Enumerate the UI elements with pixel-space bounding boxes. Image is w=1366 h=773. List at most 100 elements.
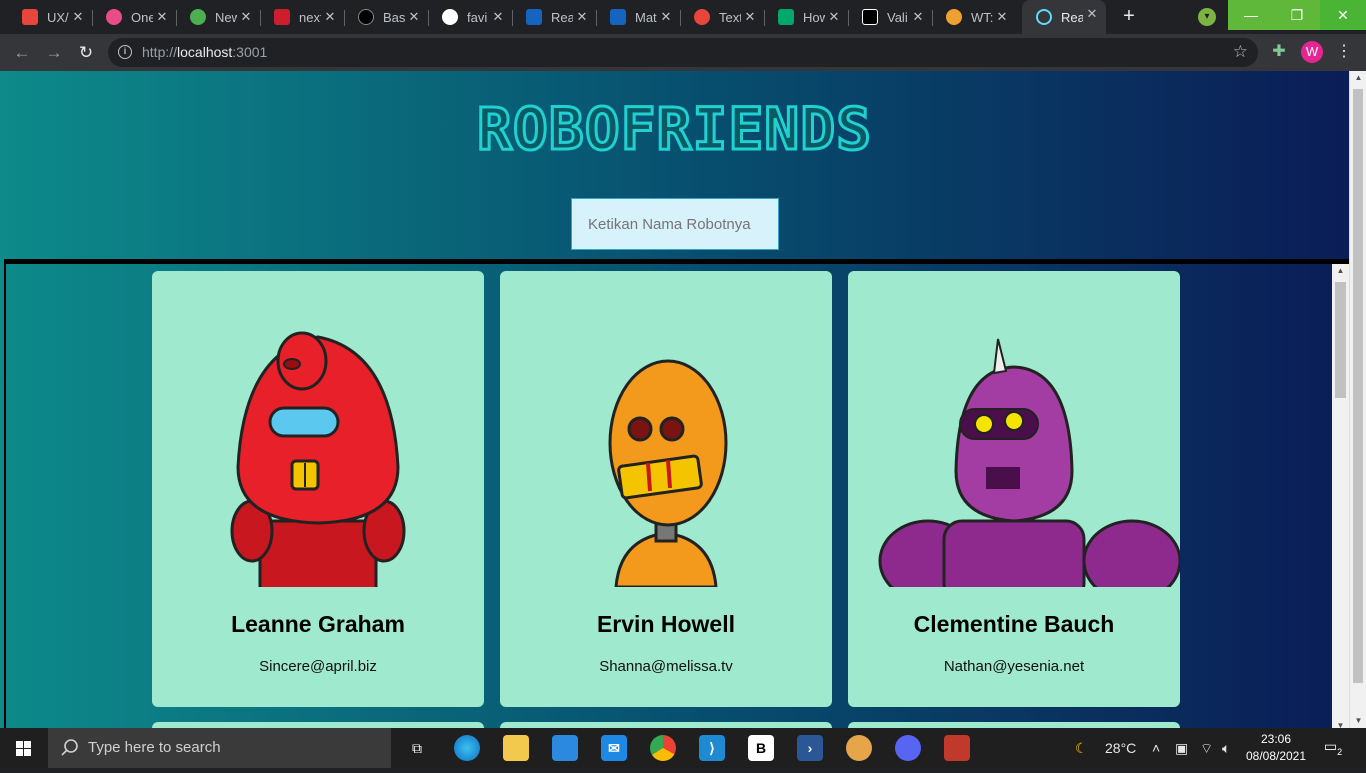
restore-button[interactable]: ❐ [1274, 0, 1320, 30]
browser-tab-active[interactable]: Rea ✕ [1022, 0, 1106, 34]
robot-card[interactable]: Ervin Howell Shanna@melissa.tv [500, 271, 832, 707]
browser-tab[interactable]: Text ✕ [680, 3, 765, 31]
robot-name: Clementine Bauch [913, 611, 1115, 637]
reload-icon[interactable]: ↻ [75, 42, 97, 64]
temperature-text[interactable]: 28°C [1105, 740, 1136, 756]
discord-icon[interactable] [895, 735, 921, 761]
new-tab-button[interactable]: + [1116, 5, 1142, 29]
robot-image [608, 359, 728, 587]
scrollbar-thumb[interactable] [1335, 282, 1346, 398]
tab-search-icon[interactable]: ▾ [1198, 8, 1216, 26]
windows-taskbar: Type here to search ⧉ ✉ ⟩ B › ☾ 28°C ˄ ▣… [0, 728, 1366, 768]
close-icon[interactable]: ✕ [1084, 6, 1100, 22]
chevron-up-icon[interactable]: ˄ [1152, 740, 1160, 756]
tab-favicon-icon [778, 9, 794, 25]
robot-card[interactable]: Clementine Bauch Nathan@yesenia.net [848, 271, 1180, 707]
search-icon [61, 739, 78, 756]
powershell-icon[interactable]: › [797, 735, 823, 761]
scroll-up-arrow-icon[interactable]: ▲ [1332, 264, 1349, 278]
wifi-icon[interactable]: ⌔ [1200, 740, 1213, 758]
bookmark-star-icon[interactable]: ☆ [1233, 42, 1248, 62]
taskbar-search-box[interactable]: Type here to search [48, 728, 391, 768]
robot-image [230, 331, 406, 587]
url-text[interactable]: http://localhost:3001 [142, 44, 267, 60]
react-icon [1036, 9, 1052, 25]
browser-tab[interactable]: Mat ✕ [596, 3, 681, 31]
scrollbar-thumb[interactable] [1353, 89, 1363, 683]
close-icon[interactable]: ✕ [910, 9, 926, 25]
browser-tab[interactable]: One ✕ [92, 3, 177, 31]
close-icon[interactable]: ✕ [994, 9, 1010, 25]
close-icon[interactable]: ✕ [826, 9, 842, 25]
minimize-button[interactable]: — [1228, 0, 1274, 30]
search-input[interactable] [571, 198, 779, 250]
tab-favicon-icon [106, 9, 122, 25]
tab-favicon-icon [274, 9, 290, 25]
robot-email: Sincere@april.biz [259, 658, 377, 675]
edge-icon[interactable] [454, 735, 480, 761]
site-info-icon[interactable]: i [118, 45, 132, 59]
b-app-icon[interactable]: B [748, 735, 774, 761]
archive-icon[interactable] [944, 735, 970, 761]
robot-email: Nathan@yesenia.net [943, 658, 1085, 675]
tab-favicon-icon [862, 9, 878, 25]
browser-menu-icon[interactable]: ⋮ [1336, 42, 1352, 62]
page-scrollbar[interactable]: ▲ ▼ [1349, 71, 1366, 728]
address-bar[interactable]: i http://localhost:3001 ☆ [108, 38, 1258, 67]
tab-favicon-icon [526, 9, 542, 25]
close-icon[interactable]: ✕ [154, 9, 170, 25]
close-icon[interactable]: ✕ [574, 9, 590, 25]
start-button[interactable] [0, 728, 48, 768]
tab-favicon-icon [442, 9, 458, 25]
file-explorer-icon[interactable] [503, 735, 529, 761]
browser-tab[interactable]: Basi ✕ [344, 3, 429, 31]
volume-icon[interactable]: 🔈︎ [1222, 740, 1230, 757]
card-list-scroll-area[interactable]: Leanne Graham Sincere@april.biz Ervin Ho… [4, 259, 1349, 728]
close-icon[interactable]: ✕ [658, 9, 674, 25]
clock[interactable]: 23:06 08/08/2021 [1240, 731, 1312, 765]
profile-avatar[interactable]: W [1301, 41, 1323, 63]
extensions-puzzle-icon[interactable]: ✚ [1270, 43, 1288, 61]
robot-name: Ervin Howell [596, 611, 736, 637]
scroll-down-arrow-icon[interactable]: ▼ [1332, 719, 1349, 728]
close-icon[interactable]: ✕ [70, 9, 86, 25]
store-icon[interactable] [552, 735, 578, 761]
weather-icon[interactable]: ☾ [1075, 740, 1088, 757]
browser-tab[interactable]: next ✕ [260, 3, 345, 31]
browser-tab-strip: UX/ ✕ One ✕ New ✕ next ✕ Basi ✕ favi ✕ R… [0, 0, 1366, 34]
robot-name: Leanne Graham [231, 611, 405, 637]
paint-icon[interactable] [846, 735, 872, 761]
tab-favicon-icon [610, 9, 626, 25]
scroll-down-arrow-icon[interactable]: ▼ [1350, 714, 1366, 728]
browser-tab[interactable]: favi ✕ [428, 3, 513, 31]
close-icon[interactable]: ✕ [490, 9, 506, 25]
tab-favicon-icon [358, 9, 374, 25]
browser-tab[interactable]: How ✕ [764, 3, 849, 31]
card-list-scrollbar[interactable]: ▲ ▼ [1332, 264, 1349, 728]
chrome-icon[interactable] [650, 735, 676, 761]
robot-card[interactable]: Leanne Graham Sincere@april.biz [152, 271, 484, 707]
task-view-icon[interactable]: ⧉ [404, 735, 430, 761]
close-icon[interactable]: ✕ [406, 9, 422, 25]
windows-logo-icon [16, 741, 31, 756]
mail-icon[interactable]: ✉ [601, 735, 627, 761]
vscode-icon[interactable]: ⟩ [699, 735, 725, 761]
tab-favicon-icon [694, 9, 710, 25]
meet-now-icon[interactable]: ▣ [1175, 740, 1188, 757]
forward-arrow-icon[interactable]: → [43, 42, 65, 64]
browser-tab[interactable]: UX/ ✕ [8, 3, 93, 31]
notification-center-icon[interactable]: ▭2 [1322, 738, 1344, 758]
robot-image [878, 338, 1180, 587]
close-window-button[interactable]: ✕ [1320, 0, 1366, 30]
browser-tab[interactable]: WT: ✕ [932, 3, 1016, 31]
browser-tab[interactable]: Vali ✕ [848, 3, 933, 31]
browser-toolbar: ← → ↻ i http://localhost:3001 ☆ ✚ W ⋮ [0, 34, 1366, 71]
close-icon[interactable]: ✕ [322, 9, 338, 25]
back-arrow-icon[interactable]: ← [11, 42, 33, 64]
close-icon[interactable]: ✕ [238, 9, 254, 25]
browser-tab[interactable]: Rea ✕ [512, 3, 597, 31]
browser-tab[interactable]: New ✕ [176, 3, 261, 31]
scroll-up-arrow-icon[interactable]: ▲ [1350, 71, 1366, 85]
close-icon[interactable]: ✕ [742, 9, 758, 25]
page-content: ROBOFRIENDS Leanne Graham Sincere@april.… [0, 71, 1366, 728]
